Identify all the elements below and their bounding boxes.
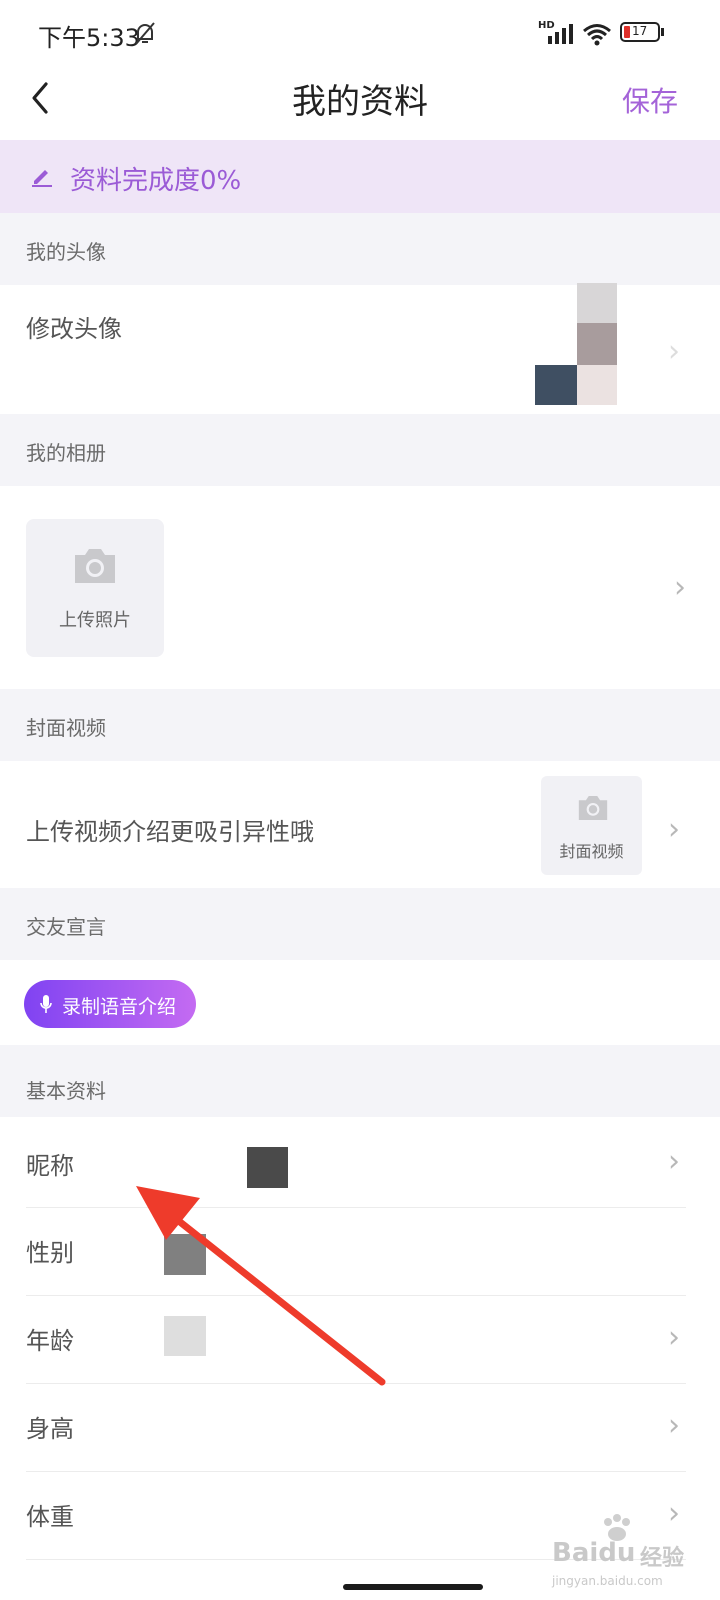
watermark: Baidu 经验 jingyan.baidu.com bbox=[552, 1514, 712, 1594]
watermark-brand-cn: 经验 bbox=[640, 1546, 685, 1571]
home-indicator[interactable] bbox=[343, 1584, 483, 1590]
annotation-arrow bbox=[136, 1186, 386, 1386]
watermark-brand: Baidu bbox=[552, 1538, 636, 1568]
watermark-url: jingyan.baidu.com bbox=[552, 1574, 663, 1588]
